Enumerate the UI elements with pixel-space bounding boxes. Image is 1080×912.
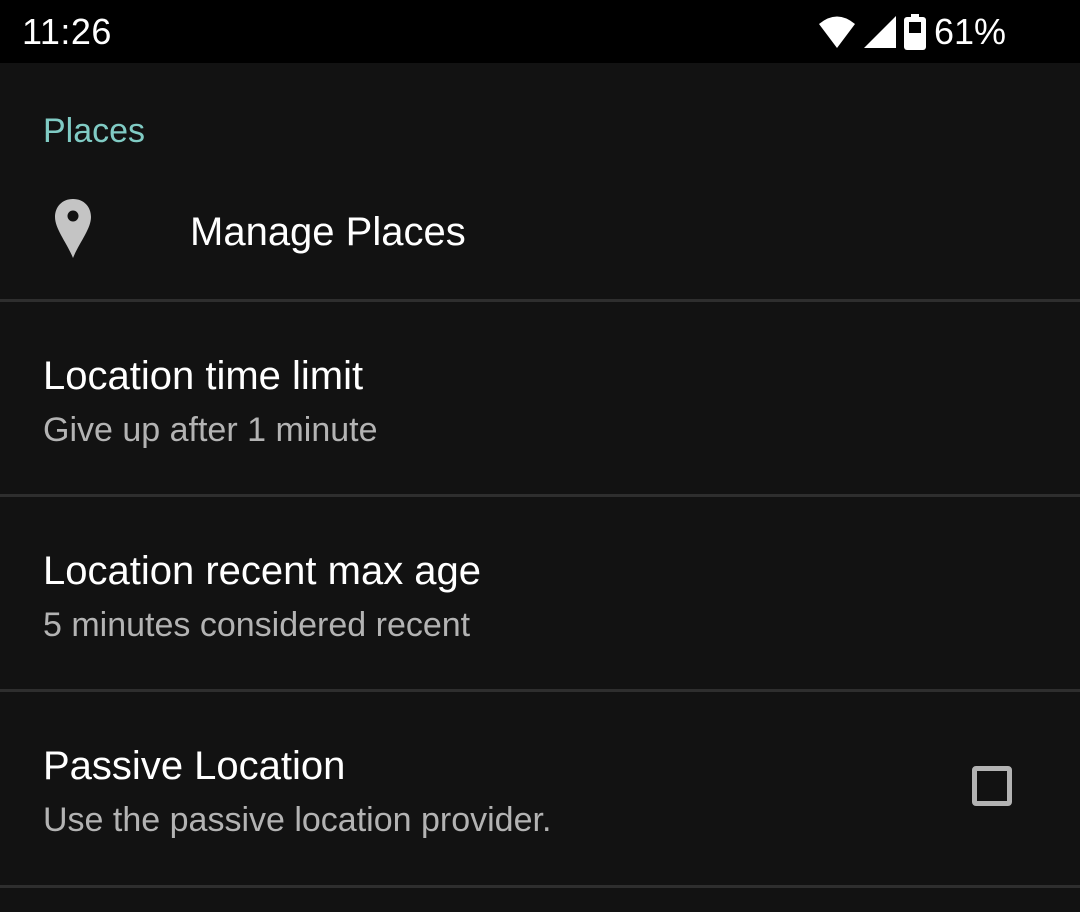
pref-title: Passive Location	[43, 744, 346, 788]
status-bar: 11:26 61%	[0, 0, 1080, 63]
pref-summary: 5 minutes considered recent	[43, 606, 471, 644]
pref-title: Location time limit	[43, 354, 364, 398]
location-pin-icon	[55, 199, 91, 258]
pref-summary: Give up after 1 minute	[43, 411, 378, 449]
pref-title: Location recent max age	[43, 549, 482, 593]
pref-title: Manage Places	[190, 210, 466, 254]
battery-icon	[903, 14, 926, 50]
status-time: 11:26	[22, 11, 112, 52]
status-icons: 61%	[818, 12, 1006, 52]
battery-percent: 61%	[933, 11, 1006, 52]
pref-manage-places[interactable]	[0, 63, 1080, 301]
wifi-icon	[818, 16, 855, 48]
cell-signal-icon	[863, 16, 896, 48]
divider	[0, 885, 1080, 888]
passive-location-checkbox[interactable]	[972, 766, 1012, 806]
pref-summary: Use the passive location provider.	[43, 801, 552, 839]
